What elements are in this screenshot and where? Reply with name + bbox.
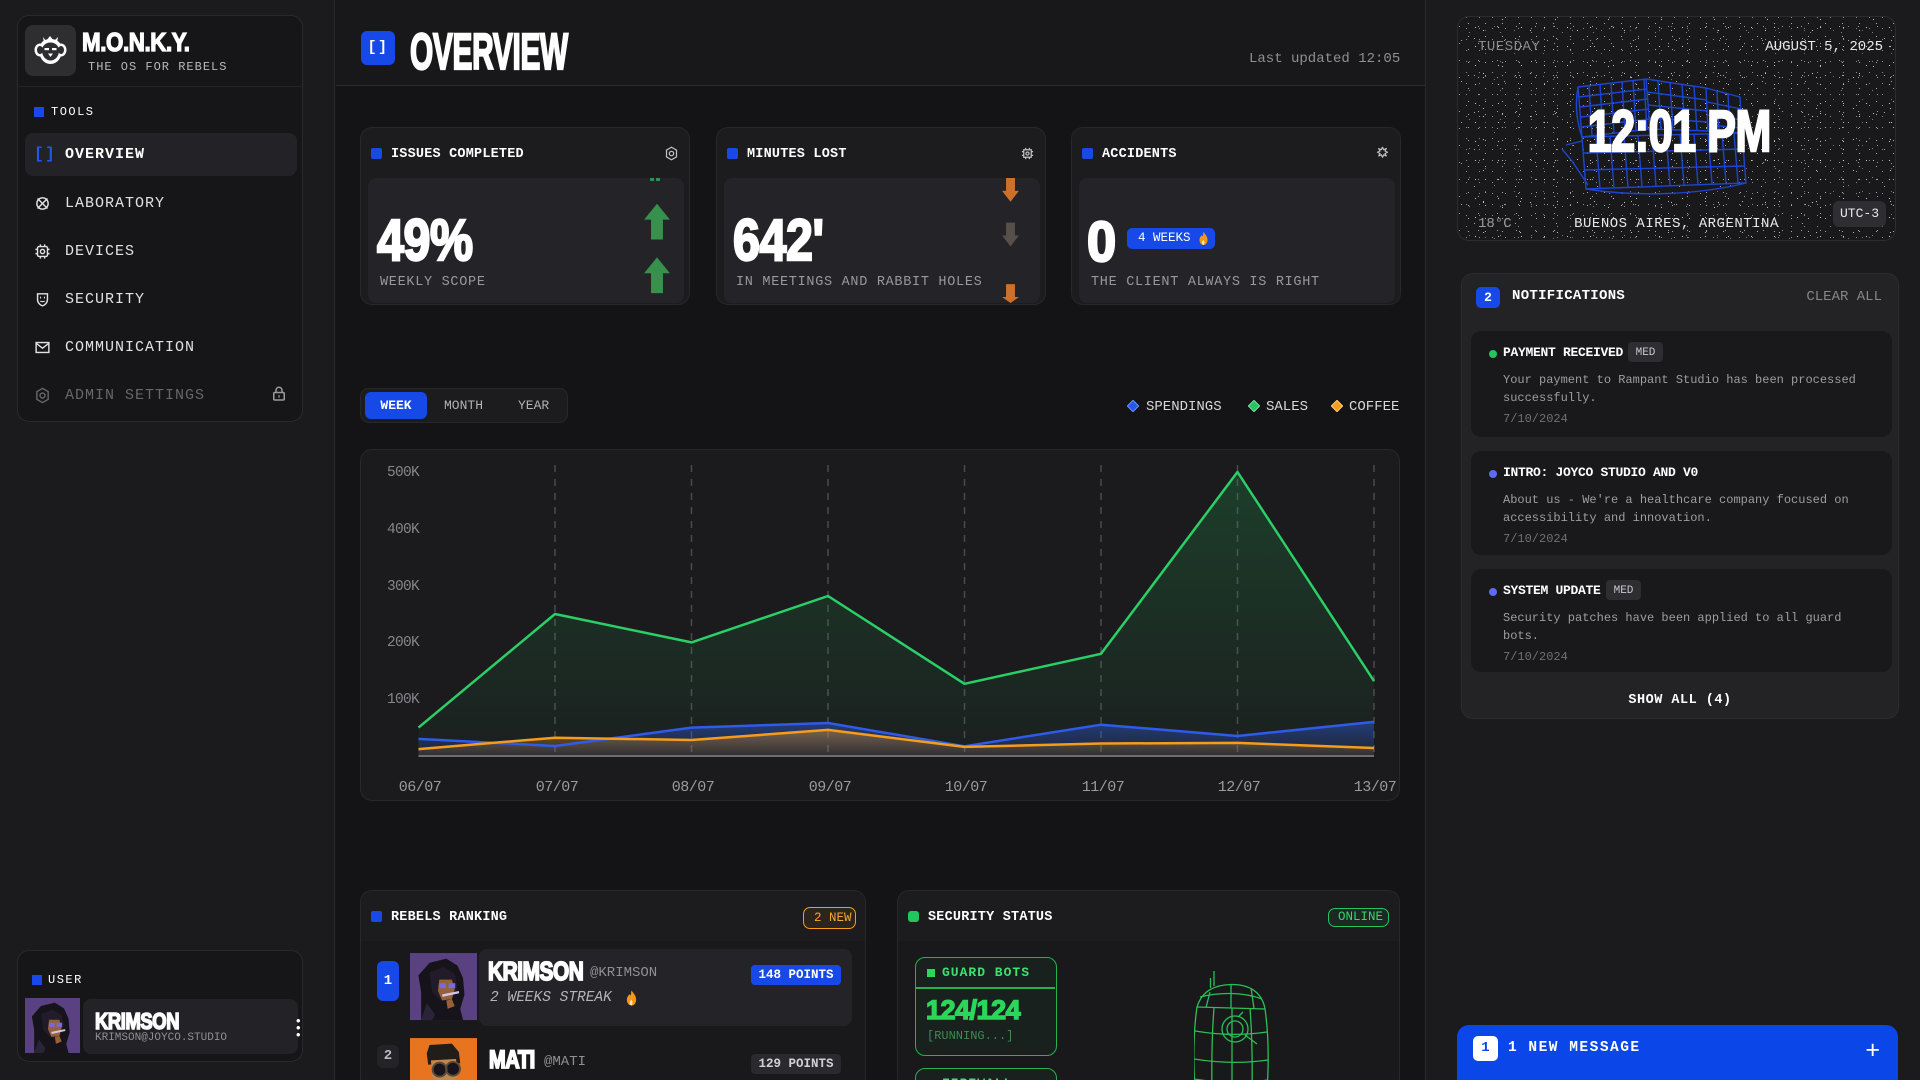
svg-text:06/07: 06/07: [399, 779, 442, 796]
svg-text:400K: 400K: [387, 522, 420, 538]
svg-text:100K: 100K: [387, 692, 420, 708]
svg-text:12/07: 12/07: [1218, 779, 1261, 796]
svg-text:07/07: 07/07: [536, 779, 579, 796]
svg-text:10/07: 10/07: [945, 779, 988, 796]
svg-text:500K: 500K: [387, 465, 420, 481]
svg-text:11/07: 11/07: [1082, 779, 1125, 796]
svg-text:200K: 200K: [387, 635, 420, 651]
svg-text:08/07: 08/07: [672, 779, 715, 796]
svg-text:13/07: 13/07: [1354, 779, 1397, 796]
svg-text:300K: 300K: [387, 579, 420, 595]
svg-text:09/07: 09/07: [809, 779, 852, 796]
